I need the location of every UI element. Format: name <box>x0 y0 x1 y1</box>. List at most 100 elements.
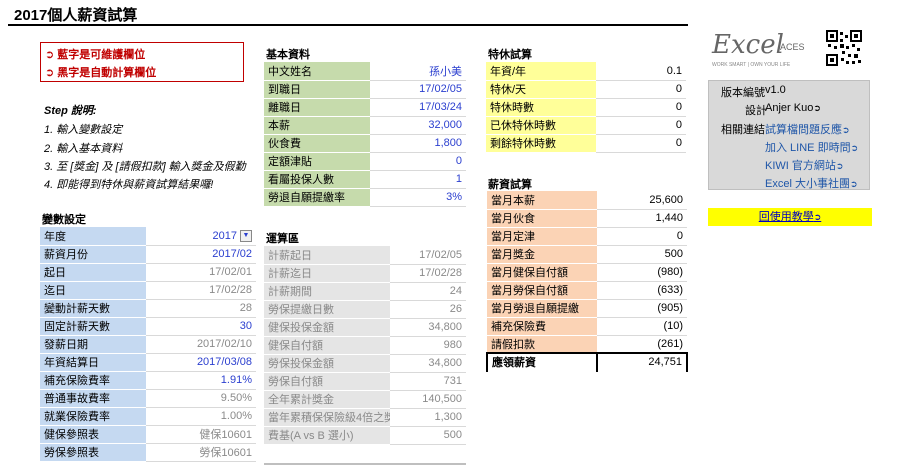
calc-row-value: 500 <box>390 426 466 445</box>
calc-row-label: 計薪起日 <box>264 246 390 265</box>
salary-row-label: 當月伙食 <box>487 209 597 228</box>
vars-row: 普通事故費率 9.50% <box>40 389 256 408</box>
calc-row: 計薪起日 17/02/05 <box>264 246 466 265</box>
basic-row-value[interactable]: 3% <box>370 188 466 207</box>
vars-row-label: 發薪日期 <box>40 335 146 354</box>
calc-row-label: 計薪期間 <box>264 282 390 301</box>
vars-row: 年度 2017 ▼ <box>40 227 256 246</box>
salary-row: 請假扣款 (261) <box>487 335 687 354</box>
basic-row-value-text: 17/03/24 <box>419 101 462 113</box>
vars-row: 變動計薪天數 28 <box>40 299 256 318</box>
vars-row-value-text: 28 <box>239 302 252 314</box>
salary-row-label: 請假扣款 <box>487 335 597 354</box>
vars-row-value[interactable]: 30 <box>146 317 256 336</box>
vars-row-value[interactable]: 2017 ▼ <box>146 227 256 246</box>
calc-row: 當年累積保保險級4倍之獎金(B) 1,300 <box>264 408 466 427</box>
vars-row-value[interactable]: 2017/02 <box>146 245 256 264</box>
annual-row: 年資/年 0.1 <box>486 62 686 81</box>
calc-row-value-text: 24 <box>449 285 462 297</box>
calc-row: 勞保自付額 731 <box>264 372 466 391</box>
calc-row-label: 費基(A vs B 選小) <box>264 426 390 445</box>
salary-row-label: 當月勞保自付額 <box>487 281 597 300</box>
basic-row-value[interactable]: 孫小美 <box>370 62 466 81</box>
calc-row-value-text: 34,800 <box>428 321 462 333</box>
link-line[interactable]: 加入 LINE 即時問➲ <box>765 139 858 155</box>
calc-table: 計薪起日 17/02/05 計薪迄日 17/02/28 計薪期間 24 勞保提繳日數 26 健保… <box>264 246 466 445</box>
salary-row-label: 補充保險費 <box>487 317 597 336</box>
calc-row-value: 34,800 <box>390 354 466 373</box>
calc-row-value: 17/02/05 <box>390 246 466 265</box>
link-community[interactable]: Excel 大小事社團➲ <box>765 175 858 191</box>
vars-table: 年度 2017 ▼ 薪資月份 2017/02 起日 17/02/01 迄日 17/02/28 變動… <box>40 227 256 462</box>
basic-row-value[interactable]: 32,000 <box>370 116 466 135</box>
vars-row-value[interactable]: 1.91% <box>146 371 256 390</box>
chevron-down-icon[interactable]: ▼ <box>240 229 252 242</box>
vars-row-value[interactable]: 2017/03/08 <box>146 353 256 372</box>
salary-row: 當月勞保自付額 (633) <box>487 281 687 300</box>
vars-row: 起日 17/02/01 <box>40 263 256 282</box>
basic-row: 伙食費 1,800 <box>264 134 466 153</box>
arrow-right-icon: ➲ <box>835 161 844 171</box>
vars-row-value: 健保10601 <box>146 425 256 444</box>
salary-row: 當月本薪 25,600 <box>487 191 687 210</box>
vars-row-value-text: 1.00% <box>220 410 252 422</box>
step-item: 1. 輸入變數設定 <box>44 124 123 136</box>
tutorial-link-label: 回使用教學 <box>758 211 814 223</box>
vars-row-label: 健保參照表 <box>40 425 146 444</box>
vars-row-label: 補充保險費率 <box>40 371 146 390</box>
legend-computed: ➲ 黑字是自動計算欄位 <box>45 67 157 79</box>
vars-row-label: 起日 <box>40 263 146 282</box>
links-label: 相關連結 <box>721 124 765 136</box>
vars-row-value-text: 2017/03/08 <box>196 356 252 368</box>
calc-row-label: 健保投保金額 <box>264 318 390 337</box>
salary-row-value-text: 1,440 <box>655 212 683 224</box>
calc-row-value: 731 <box>390 372 466 391</box>
annual-row-label: 已休特休時數 <box>486 116 596 135</box>
calc-row-value: 26 <box>390 300 466 319</box>
salary-row-label: 當月獎金 <box>487 245 597 264</box>
annual-row: 特休時數 0 <box>486 98 686 117</box>
design-author[interactable]: Anjer Kuo➲ <box>765 102 821 114</box>
annual-row-value-text: 0 <box>675 101 682 113</box>
annual-row-value: 0 <box>596 98 686 117</box>
salary-row-label: 當月健保自付額 <box>487 263 597 282</box>
calc-row: 勞保提繳日數 26 <box>264 300 466 319</box>
basic-row-value-text: 3% <box>446 191 462 203</box>
basic-row-value[interactable]: 1 <box>370 170 466 189</box>
vars-row: 發薪日期 2017/02/10 <box>40 335 256 354</box>
annual-row-value: 0.1 <box>596 62 686 81</box>
calc-bottom-rule <box>264 463 466 465</box>
basic-row-value-text: 孫小美 <box>429 65 462 78</box>
calc-row: 健保投保金額 34,800 <box>264 318 466 337</box>
vars-row: 固定計薪天數 30 <box>40 317 256 336</box>
annual-row-value: 0 <box>596 134 686 153</box>
salary-row-label: 當月定津 <box>487 227 597 246</box>
tutorial-link[interactable]: 回使用教學➲ <box>708 208 872 226</box>
arrow-right-icon: ➲ <box>842 125 850 135</box>
salary-row-value-text: 0 <box>676 230 683 242</box>
basic-row-value[interactable]: 17/02/05 <box>370 80 466 99</box>
vars-row-label: 迄日 <box>40 281 146 300</box>
basic-row-value[interactable]: 17/03/24 <box>370 98 466 117</box>
vars-row: 補充保險費率 1.91% <box>40 371 256 390</box>
calc-row-label: 勞保投保金額 <box>264 354 390 373</box>
basic-row-value[interactable]: 0 <box>370 152 466 171</box>
annual-row-label: 特休時數 <box>486 98 596 117</box>
vars-row-value-text: 2017 <box>212 229 237 242</box>
link-feedback[interactable]: 試算檔問題反應➲ <box>765 121 850 137</box>
link-community-label: Excel 大小事社團 <box>765 178 850 190</box>
link-kiwi[interactable]: KIWI 官方網站➲ <box>765 157 843 173</box>
vars-row-label: 普通事故費率 <box>40 389 146 408</box>
basic-row-value[interactable]: 1,800 <box>370 134 466 153</box>
vars-row-value-text: 2017/02/10 <box>196 338 252 350</box>
calc-row-value: 17/02/28 <box>390 264 466 283</box>
vars-row-label: 勞保參照表 <box>40 443 146 462</box>
basic-row: 定額津貼 0 <box>264 152 466 171</box>
qr-code-icon[interactable] <box>826 30 862 66</box>
basic-row-value-text: 0 <box>455 155 462 167</box>
salary-row-value: (633) <box>597 281 687 300</box>
arrow-right-icon: ➲ <box>813 212 822 222</box>
salary-row-value: (980) <box>597 263 687 282</box>
vars-row: 年資結算日 2017/03/08 <box>40 353 256 372</box>
basic-row-label: 定額津貼 <box>264 152 370 171</box>
